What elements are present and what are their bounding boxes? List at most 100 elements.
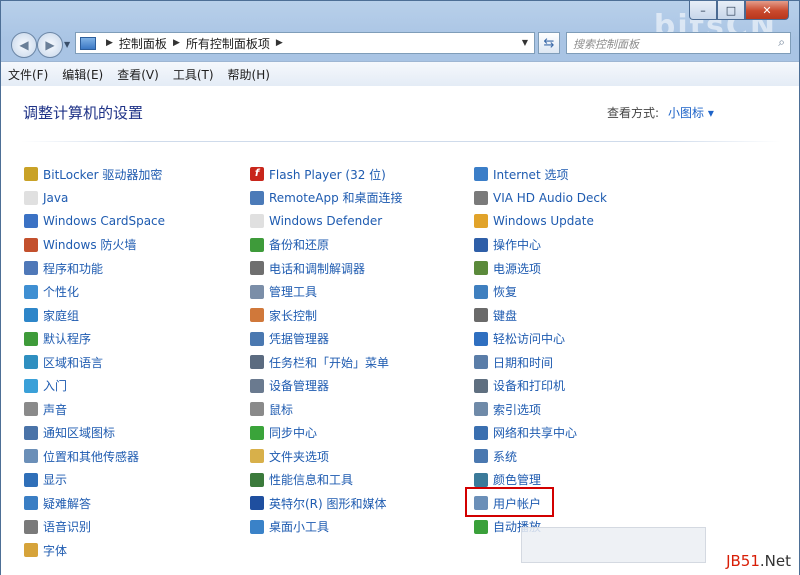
menu-item[interactable]: 编辑(E) — [55, 66, 110, 83]
minimize-button[interactable]: – — [689, 1, 717, 20]
control-panel-window: bitsCN – □ ✕ ◀ ▶ ▼ ▶ 控制面板 ▶ 所有控制面板项 ▶ ▼ … — [0, 0, 800, 575]
control-panel-item[interactable]: 同步中心 — [250, 424, 317, 442]
chevron-right-icon[interactable]: ▶ — [106, 38, 113, 48]
power-icon — [474, 261, 488, 275]
content-area: 调整计算机的设置 查看方式: 小图标 ▾ BitLocker 驱动器加密 Java… — [1, 86, 799, 575]
maximize-button[interactable]: □ — [717, 1, 745, 20]
forward-button[interactable]: ▶ — [37, 32, 63, 58]
close-button[interactable]: ✕ — [745, 1, 789, 20]
region-icon — [24, 355, 38, 369]
control-panel-item[interactable]: 管理工具 — [250, 283, 317, 301]
control-panel-item-label: 鼠标 — [269, 402, 294, 417]
chevron-right-icon[interactable]: ▶ — [276, 38, 283, 48]
taskbar-icon — [250, 355, 264, 369]
control-panel-item[interactable]: 键盘 — [474, 306, 517, 324]
search-icon[interactable]: ⌕ — [778, 35, 785, 50]
keyboard-icon — [474, 308, 488, 322]
control-panel-item-label: 显示 — [43, 473, 68, 487]
control-panel-item-label: 程序和功能 — [43, 261, 104, 276]
display-icon — [24, 472, 38, 487]
control-panel-item[interactable]: Java — [24, 189, 68, 207]
control-panel-item[interactable]: 电话和调制解调器 — [250, 259, 365, 277]
control-panel-item-label: 备份和还原 — [269, 238, 330, 252]
jb51-watermark: JB51.Net — [726, 552, 791, 570]
control-panel-item[interactable]: 字体 — [24, 541, 67, 559]
control-panel-item[interactable]: 日期和时间 — [474, 353, 553, 371]
back-button[interactable]: ◀ — [11, 32, 37, 58]
recent-pages-dropdown[interactable]: ▼ — [64, 40, 70, 49]
control-panel-item[interactable]: 家长控制 — [250, 306, 317, 324]
menu-item[interactable]: 工具(T) — [166, 66, 221, 83]
control-panel-item[interactable]: 轻松访问中心 — [474, 330, 565, 348]
control-panel-item[interactable]: 性能信息和工具 — [250, 471, 353, 489]
control-panel-item[interactable]: 程序和功能 — [24, 259, 103, 277]
control-panel-item-label: VIA HD Audio Deck — [493, 190, 607, 205]
address-bar[interactable]: ▶ 控制面板 ▶ 所有控制面板项 ▶ ▼ — [75, 32, 535, 54]
control-panel-item-label: 文件夹选项 — [269, 449, 330, 464]
control-panel-item[interactable]: 颜色管理 — [474, 471, 541, 489]
control-panel-item[interactable]: 默认程序 — [24, 330, 91, 348]
control-panel-item[interactable]: RemoteApp 和桌面连接 — [250, 189, 403, 207]
control-panel-item[interactable]: 电源选项 — [474, 259, 541, 277]
control-panel-item[interactable]: 系统 — [474, 447, 517, 465]
control-panel-item[interactable]: 通知区域图标 — [24, 424, 115, 442]
control-panel-item[interactable]: 个性化 — [24, 283, 79, 301]
control-panel-item[interactable]: 恢复 — [474, 283, 517, 301]
breadcrumb-all-items[interactable]: 所有控制面板项 — [186, 35, 270, 52]
control-panel-item[interactable]: 文件夹选项 — [250, 447, 329, 465]
control-panel-item[interactable]: 声音 — [24, 400, 67, 418]
control-panel-item[interactable]: Windows CardSpace — [24, 212, 165, 230]
view-by-dropdown[interactable]: 小图标 ▾ — [668, 104, 714, 121]
control-panel-item[interactable]: Windows 防火墙 — [24, 236, 136, 254]
menu-bar: 文件(F) 编辑(E) 查看(V) 工具(T) 帮助(H) — [1, 61, 799, 87]
control-panel-item[interactable]: Windows Update — [474, 212, 594, 230]
control-panel-item[interactable]: 网络和共享中心 — [474, 424, 577, 442]
control-panel-item[interactable]: f Flash Player (32 位) — [250, 165, 386, 183]
control-panel-item-label: 系统 — [493, 449, 518, 464]
control-panel-item[interactable]: 显示 — [24, 471, 67, 489]
control-panel-item[interactable]: 凭据管理器 — [250, 330, 329, 348]
control-panel-item[interactable]: 任务栏和「开始」菜单 — [250, 353, 389, 371]
address-dropdown-icon[interactable]: ▼ — [522, 38, 528, 47]
control-panel-item[interactable]: VIA HD Audio Deck — [474, 189, 607, 207]
control-panel-item[interactable]: Windows Defender — [250, 212, 382, 230]
breadcrumb-control-panel[interactable]: 控制面板 — [119, 35, 167, 52]
menu-item[interactable]: 查看(V) — [110, 66, 166, 83]
control-panel-item[interactable]: Internet 选项 — [474, 165, 568, 183]
control-panel-item[interactable]: 入门 — [24, 377, 67, 395]
watermark-suffix: .Net — [759, 552, 791, 570]
menu-item[interactable]: 文件(F) — [1, 66, 55, 83]
action-center-icon — [474, 237, 488, 252]
navigation-bar: ◀ ▶ ▼ ▶ 控制面板 ▶ 所有控制面板项 ▶ ▼ ⇆ 搜索控制面板 ⌕ — [1, 29, 799, 59]
control-panel-item[interactable]: 家庭组 — [24, 306, 79, 324]
control-panel-item-label: 入门 — [43, 379, 68, 393]
control-panel-item[interactable]: 鼠标 — [250, 400, 293, 418]
menu-item[interactable]: 帮助(H) — [221, 66, 277, 83]
chevron-right-icon[interactable]: ▶ — [173, 38, 180, 48]
search-input[interactable]: 搜索控制面板 ⌕ — [566, 32, 791, 54]
control-panel-item-label: Windows Defender — [269, 214, 383, 228]
control-panel-item[interactable]: 备份和还原 — [250, 236, 329, 254]
control-panel-item[interactable]: 设备管理器 — [250, 377, 329, 395]
title-bar[interactable]: bitsCN – □ ✕ — [1, 1, 799, 44]
refresh-button[interactable]: ⇆ — [538, 32, 560, 54]
control-panel-item[interactable]: 操作中心 — [474, 236, 541, 254]
control-panel-item[interactable]: 设备和打印机 — [474, 377, 565, 395]
control-panel-item-label: Windows 防火墙 — [43, 238, 137, 252]
control-panel-item[interactable]: 位置和其他传感器 — [24, 447, 139, 465]
control-panel-item[interactable]: 疑难解答 — [24, 494, 91, 512]
indexing-icon — [474, 402, 488, 416]
control-panel-item-label: 管理工具 — [269, 285, 318, 299]
control-panel-item[interactable]: 语音识别 — [24, 518, 91, 536]
control-panel-item[interactable]: 区域和语言 — [24, 353, 103, 371]
admin-tools-icon — [250, 284, 264, 299]
control-panel-item[interactable]: 桌面小工具 — [250, 518, 329, 536]
phone-icon — [250, 261, 264, 275]
control-panel-item[interactable]: 英特尔(R) 图形和媒体 — [250, 494, 387, 512]
control-panel-item[interactable]: BitLocker 驱动器加密 — [24, 165, 162, 183]
control-panel-item[interactable]: 索引选项 — [474, 400, 541, 418]
flash-icon: f — [250, 167, 264, 181]
tooltip-ghost — [521, 527, 706, 563]
view-by-label: 查看方式: — [607, 106, 660, 120]
control-panel-item-label: 通知区域图标 — [43, 426, 116, 440]
